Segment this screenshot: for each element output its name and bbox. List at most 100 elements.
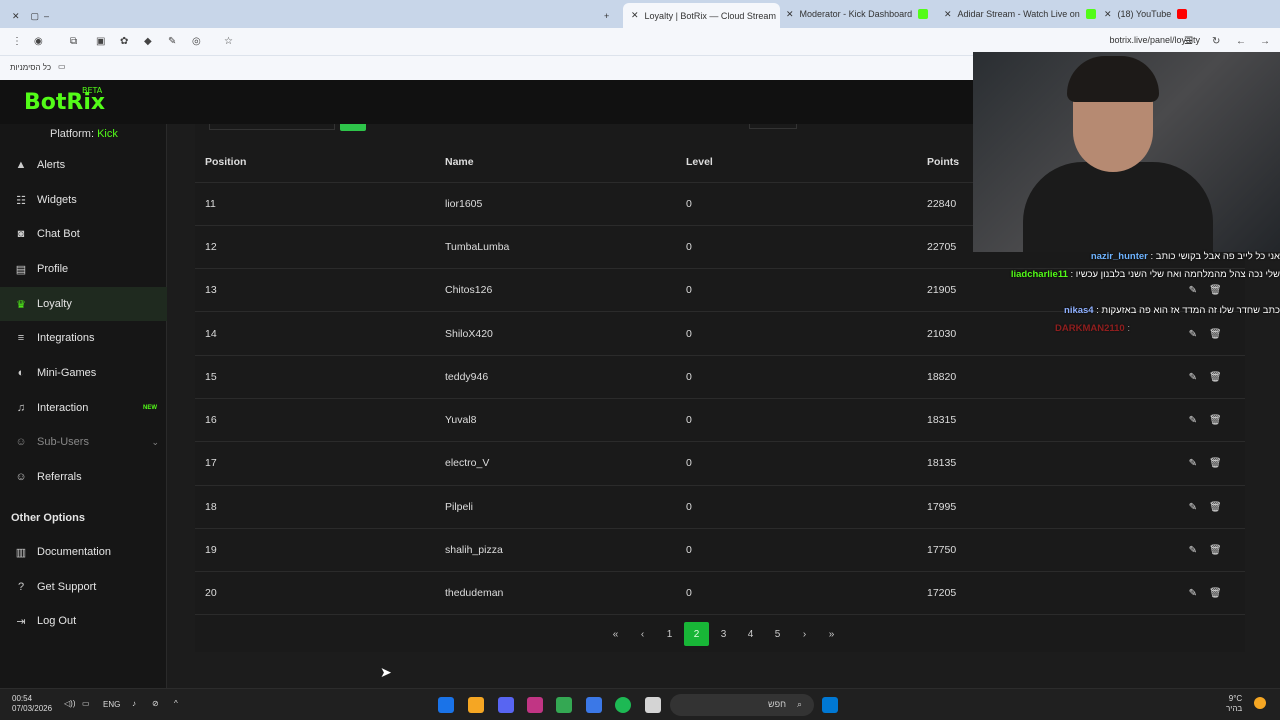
trash-icon[interactable]: 🗑: [1209, 502, 1222, 513]
site-settings-icon[interactable]: ☰: [1184, 36, 1193, 47]
name-cell: Pilpeli: [435, 485, 676, 529]
taskbar-search[interactable]: ⌕ חפש: [670, 694, 814, 716]
logout-icon: ⇥: [16, 615, 26, 628]
extension-icon[interactable]: ✎: [168, 36, 176, 47]
extension-icon[interactable]: ◎: [192, 36, 201, 47]
sidebar-item-interaction[interactable]: ♫ Interaction NEW: [0, 391, 167, 425]
extension-icon[interactable]: ✿: [120, 36, 128, 47]
apps-grid-icon[interactable]: [586, 697, 602, 713]
page-button[interactable]: 3: [711, 622, 736, 646]
trash-icon[interactable]: 🗑: [1209, 372, 1222, 383]
sidebar-item-integrations[interactable]: ≡ Integrations: [0, 321, 167, 355]
sidebar-item-alerts[interactable]: ▲ Alerts: [0, 148, 167, 182]
position-cell: 13: [195, 268, 435, 313]
name-cell: Yuval8: [435, 398, 676, 443]
sidebar-item-referrals[interactable]: ☺ Referrals: [0, 460, 167, 494]
tab-youtube[interactable]: ✕ (18) YouTube: [1104, 4, 1254, 24]
edit-icon[interactable]: ✎: [1185, 588, 1197, 599]
sidebar-item-documentation[interactable]: ▥ Documentation: [0, 535, 167, 569]
sidebar-item-loyalty[interactable]: ♛ Loyalty: [0, 287, 167, 321]
weather-widget[interactable]: 9°C בהיר: [1226, 694, 1242, 714]
volume-icon[interactable]: ◁)): [64, 699, 75, 708]
extension-icon[interactable]: ◆: [144, 36, 152, 47]
sidebar-item-log-out[interactable]: ⇥ Log Out: [0, 604, 167, 638]
sidebar-item-mini-games[interactable]: ◐ Mini-Games: [0, 356, 167, 390]
position-cell: 11: [195, 182, 435, 226]
column-header-position[interactable]: Position: [195, 142, 435, 183]
page-button[interactable]: 4: [738, 622, 763, 646]
widgets-icon: ☷: [16, 194, 26, 207]
botrix-logo[interactable]: BotRix BETA: [24, 86, 105, 115]
spotify-icon[interactable]: [615, 697, 631, 713]
new-tab-icon[interactable]: +: [604, 6, 609, 26]
app-icon[interactable]: [468, 697, 484, 713]
new-badge: NEW: [143, 405, 157, 411]
tab-loyalty[interactable]: ✕ Loyalty | BotRix — Cloud Stream: [623, 3, 780, 28]
back-icon[interactable]: ←: [1236, 36, 1246, 47]
robot-icon: ◙: [17, 228, 25, 240]
column-header-name[interactable]: Name: [435, 142, 676, 183]
window-controls[interactable]: ✕ ▢ –: [12, 6, 49, 26]
sidebar-item-chat-bot[interactable]: ◙ Chat Bot: [0, 217, 167, 251]
sidebar-item-widgets[interactable]: ☷ Widgets: [0, 183, 167, 217]
chat-message: כתב שחדר שלו זה המדד אז הוא פה באזעקות :…: [1064, 305, 1280, 316]
language-indicator[interactable]: ENG: [103, 700, 120, 709]
prev-page-button[interactable]: ‹: [630, 622, 655, 646]
page-button[interactable]: 5: [765, 622, 790, 646]
windows-start-icon[interactable]: [822, 697, 838, 713]
tab-adidar[interactable]: ✕ Adidar Stream - Watch Live on: [944, 4, 1099, 24]
trash-icon[interactable]: 🗑: [1209, 458, 1222, 469]
trash-icon[interactable]: 🗑: [1209, 415, 1222, 426]
edit-icon[interactable]: ✎: [1185, 372, 1197, 383]
search-icon: ⌕: [796, 699, 802, 709]
clock[interactable]: 00:54 07/03/2026: [12, 694, 52, 714]
chevron-up-icon[interactable]: ^: [174, 699, 178, 708]
sidebar-item-profile[interactable]: ▤ Profile: [0, 252, 167, 286]
sidebar-item-get-support[interactable]: ? Get Support: [0, 570, 167, 604]
close-tab-icon[interactable]: ✕: [631, 10, 639, 21]
points-cell: 17750: [917, 528, 1145, 573]
close-tab-icon[interactable]: ✕: [786, 9, 794, 20]
file-explorer-icon[interactable]: [645, 697, 661, 713]
edit-icon[interactable]: ✎: [1185, 502, 1197, 513]
menu-icon[interactable]: ⋮: [12, 36, 22, 47]
name-cell: TumbaLumba: [435, 225, 676, 270]
forward-icon[interactable]: →: [1260, 36, 1270, 47]
row-actions: ✎🗑: [1145, 528, 1245, 573]
column-header-level[interactable]: Level: [676, 142, 917, 183]
page-size-select[interactable]: [749, 124, 797, 129]
close-window-icon[interactable]: ✕: [12, 11, 20, 22]
search-button[interactable]: [340, 124, 366, 131]
sidebar-item-sub-users[interactable]: ☺ Sub-Users ⌄: [0, 425, 167, 459]
chrome-icon[interactable]: [556, 697, 572, 713]
microphone-icon[interactable]: ♪: [132, 699, 136, 708]
network-icon[interactable]: ▭: [82, 699, 90, 708]
steam-icon[interactable]: [438, 697, 454, 713]
extension-icon[interactable]: ◉: [34, 36, 43, 47]
extension-icon[interactable]: ▣: [96, 36, 105, 47]
page-button[interactable]: 1: [657, 622, 682, 646]
star-icon[interactable]: ☆: [224, 36, 233, 47]
name-cell: teddy946: [435, 355, 676, 399]
all-bookmarks-link[interactable]: כל הסימניות: [10, 63, 51, 72]
instagram-icon[interactable]: [527, 697, 543, 713]
first-page-button[interactable]: «: [603, 622, 628, 646]
notifications-off-icon[interactable]: ⊘: [152, 699, 159, 708]
close-tab-icon[interactable]: ✕: [944, 9, 952, 20]
table-row: 17 electro_V 0 18135 ✎ 🗑: [195, 441, 1245, 486]
page-button-current[interactable]: 2: [684, 622, 709, 646]
trash-icon[interactable]: 🗑: [1209, 545, 1222, 556]
tab-moderator[interactable]: ✕ Moderator - Kick Dashboard: [786, 4, 936, 24]
trash-icon[interactable]: 🗑: [1209, 588, 1222, 599]
edit-icon[interactable]: ✎: [1185, 415, 1197, 426]
name-cell: Chitos126: [435, 268, 676, 313]
discord-icon[interactable]: [498, 697, 514, 713]
extension-icon[interactable]: ⧉: [70, 36, 77, 47]
search-input[interactable]: [209, 124, 335, 130]
close-tab-icon[interactable]: ✕: [1104, 9, 1112, 20]
reload-icon[interactable]: ↻: [1212, 36, 1220, 47]
last-page-button[interactable]: »: [819, 622, 844, 646]
edit-icon[interactable]: ✎: [1185, 458, 1197, 469]
next-page-button[interactable]: ›: [792, 622, 817, 646]
edit-icon[interactable]: ✎: [1185, 545, 1197, 556]
